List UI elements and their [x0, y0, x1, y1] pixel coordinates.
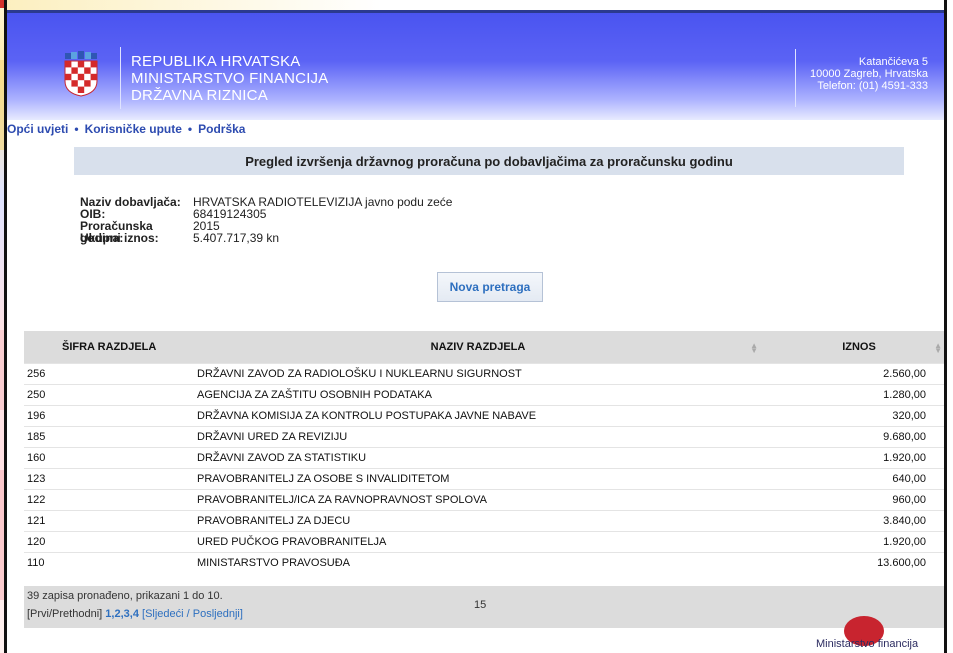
- pagination: [Prvi/Prethodni] 1,2,3,4 [Sljedeći / Pos…: [27, 608, 243, 620]
- header-separator: [120, 47, 121, 109]
- cell-amount: 13.600,00: [774, 551, 944, 573]
- total-label: Ukupni iznos:: [80, 231, 159, 245]
- new-search-button[interactable]: Nova pretraga: [437, 272, 543, 302]
- coat-of-arms-icon: [64, 51, 98, 97]
- cell-code: 250: [24, 383, 182, 405]
- last-page-link[interactable]: Posljednji: [193, 608, 240, 620]
- cell-name: URED PUČKOG PRAVOBRANITELJA: [182, 530, 774, 552]
- results-table: ŠIFRA RAZDJELA▲▼ NAZIV RAZDJELA ▲▼ IZNOS ▲…: [24, 331, 944, 573]
- cell-amount: 1.920,00: [774, 446, 944, 468]
- org-name: REPUBLIKA HRVATSKA MINISTARSTVO FINANCIJ…: [131, 53, 328, 104]
- cell-code: 122: [24, 488, 182, 510]
- cell-name: PRAVOBRANITELJ/ICA ZA RAVNOPRAVNOST SPOL…: [182, 488, 774, 510]
- table-row: 120 URED PUČKOG PRAVOBRANITELJA 1.920,00: [24, 530, 944, 552]
- column-header-code-label: ŠIFRA RAZDJELA: [62, 340, 157, 353]
- cell-code: 196: [24, 404, 182, 426]
- cell-code: 160: [24, 446, 182, 468]
- table-row: 123 PRAVOBRANITELJ ZA OSOBE S INVALIDITET…: [24, 467, 944, 489]
- table-row: 160 DRŽAVNI ZAVOD ZA STATISTIKU 1.920,00: [24, 446, 944, 468]
- cell-name: DRŽAVNI ZAVOD ZA RADIOLOŠKU I NUKLEARNU …: [182, 362, 774, 384]
- table-row: 185 DRŽAVNI URED ZA REVIZIJU 9.680,00: [24, 425, 944, 447]
- table-row: 110 MINISTARSTVO PRAVOSUĐA 13.600,00: [24, 551, 944, 573]
- address: Katančićeva 5 10000 Zagreb, Hrvatska Tel…: [810, 56, 928, 92]
- ministry-logo: Ministarstvo financija: [800, 616, 937, 653]
- cell-amount: 3.840,00: [774, 509, 944, 531]
- column-header-amount[interactable]: IZNOS ▲ ▼: [774, 331, 944, 363]
- link-separator: •: [187, 122, 193, 136]
- link-support[interactable]: Podrška: [198, 122, 245, 136]
- sort-icon: ▲▼: [934, 341, 942, 355]
- cell-amount: 960,00: [774, 488, 944, 510]
- column-header-name-label: NAZIV RAZDJELA: [430, 340, 526, 353]
- cell-code: 110: [24, 551, 182, 573]
- pagination-first-prev: [Prvi/Prethodni]: [27, 608, 103, 620]
- cell-name: PRAVOBRANITELJ ZA DJECU: [182, 509, 774, 531]
- top-line: [7, 0, 944, 13]
- cell-name: DRŽAVNA KOMISIJA ZA KONTROLU POSTUPAKA J…: [182, 404, 774, 426]
- table-row: 256 DRŽAVNI ZAVOD ZA RADIOLOŠKU I NUKLEAR…: [24, 362, 944, 384]
- cell-amount: 1.920,00: [774, 530, 944, 552]
- cell-name: DRŽAVNI URED ZA REVIZIJU: [182, 425, 774, 447]
- ministry-logo-text: Ministarstvo financija: [816, 638, 919, 650]
- cell-code: 185: [24, 425, 182, 447]
- cell-code: 121: [24, 509, 182, 531]
- right-border: [944, 0, 947, 653]
- sort-icon: ▲▼: [750, 341, 758, 355]
- records-count: 39 zapisa pronađeno, prikazani 1 do 10.: [27, 590, 223, 602]
- table-row: 122 PRAVOBRANITELJ/ICA ZA RAVNOPRAVNOST S…: [24, 488, 944, 510]
- supplier-info: Naziv dobavljača: HRVATSKA RADIOTELEVIZIJ…: [80, 196, 452, 244]
- table-row: 121 PRAVOBRANITELJ ZA DJECU 3.840,00: [24, 509, 944, 531]
- cell-amount: 9.680,00: [774, 425, 944, 447]
- link-terms[interactable]: Opći uvjeti: [7, 122, 68, 136]
- address-line-2: 10000 Zagreb, Hrvatska: [809, 68, 928, 80]
- link-separator: •: [74, 122, 79, 136]
- org-line-1: REPUBLIKA HRVATSKA: [131, 53, 301, 70]
- column-header-amount-label: IZNOS: [842, 340, 876, 353]
- cell-code: 123: [24, 467, 182, 489]
- org-line-3: DRŽAVNA RIZNICA: [131, 87, 268, 104]
- header-separator-right: [795, 49, 796, 107]
- header-banner: REPUBLIKA HRVATSKA MINISTARSTVO FINANCIJ…: [7, 13, 944, 120]
- org-line-2: MINISTARSTVO FINANCIJA: [131, 70, 329, 87]
- address-line-3: Telefon: (01) 4591-333: [817, 80, 928, 92]
- next-page-link[interactable]: Sljedeći: [145, 608, 184, 620]
- top-links: Opći uvjeti • Korisničke upute • Podrška: [7, 122, 245, 136]
- cell-code: 256: [24, 362, 182, 384]
- cell-code: 120: [24, 530, 182, 552]
- cell-amount: 1.280,00: [774, 383, 944, 405]
- link-manual[interactable]: Korisničke upute: [85, 122, 182, 136]
- table-row: 250 AGENCIJA ZA ZAŠTITU OSOBNIH PODATAKA 1…: [24, 383, 944, 405]
- cell-name: AGENCIJA ZA ZAŠTITU OSOBNIH PODATAKA: [182, 383, 774, 405]
- cell-name: PRAVOBRANITELJ ZA OSOBE S INVALIDITETOM: [182, 467, 774, 489]
- table-row: 196 DRŽAVNA KOMISIJA ZA KONTROLU POSTUPAK…: [24, 404, 944, 426]
- column-header-code[interactable]: ŠIFRA RAZDJELA▲▼: [24, 331, 196, 363]
- page-4[interactable]: 4: [133, 608, 139, 620]
- cell-name: DRŽAVNI ZAVOD ZA STATISTIKU: [182, 446, 774, 468]
- cell-name: MINISTARSTVO PRAVOSUĐA: [182, 551, 774, 573]
- page-title: Pregled izvršenja državnog proračuna po …: [74, 147, 904, 175]
- page-size[interactable]: 15: [474, 599, 486, 611]
- cell-amount: 320,00: [774, 404, 944, 426]
- total-value: 5.407.717,39 kn: [193, 231, 280, 245]
- address-line-1: Katančićeva 5: [858, 56, 928, 68]
- cell-amount: 2.560,00: [774, 362, 944, 384]
- table-footer: 39 zapisa pronađeno, prikazani 1 do 10. …: [24, 586, 944, 628]
- cell-amount: 640,00: [774, 467, 944, 489]
- column-header-name[interactable]: NAZIV RAZDJELA ▲ ▼: [182, 331, 774, 363]
